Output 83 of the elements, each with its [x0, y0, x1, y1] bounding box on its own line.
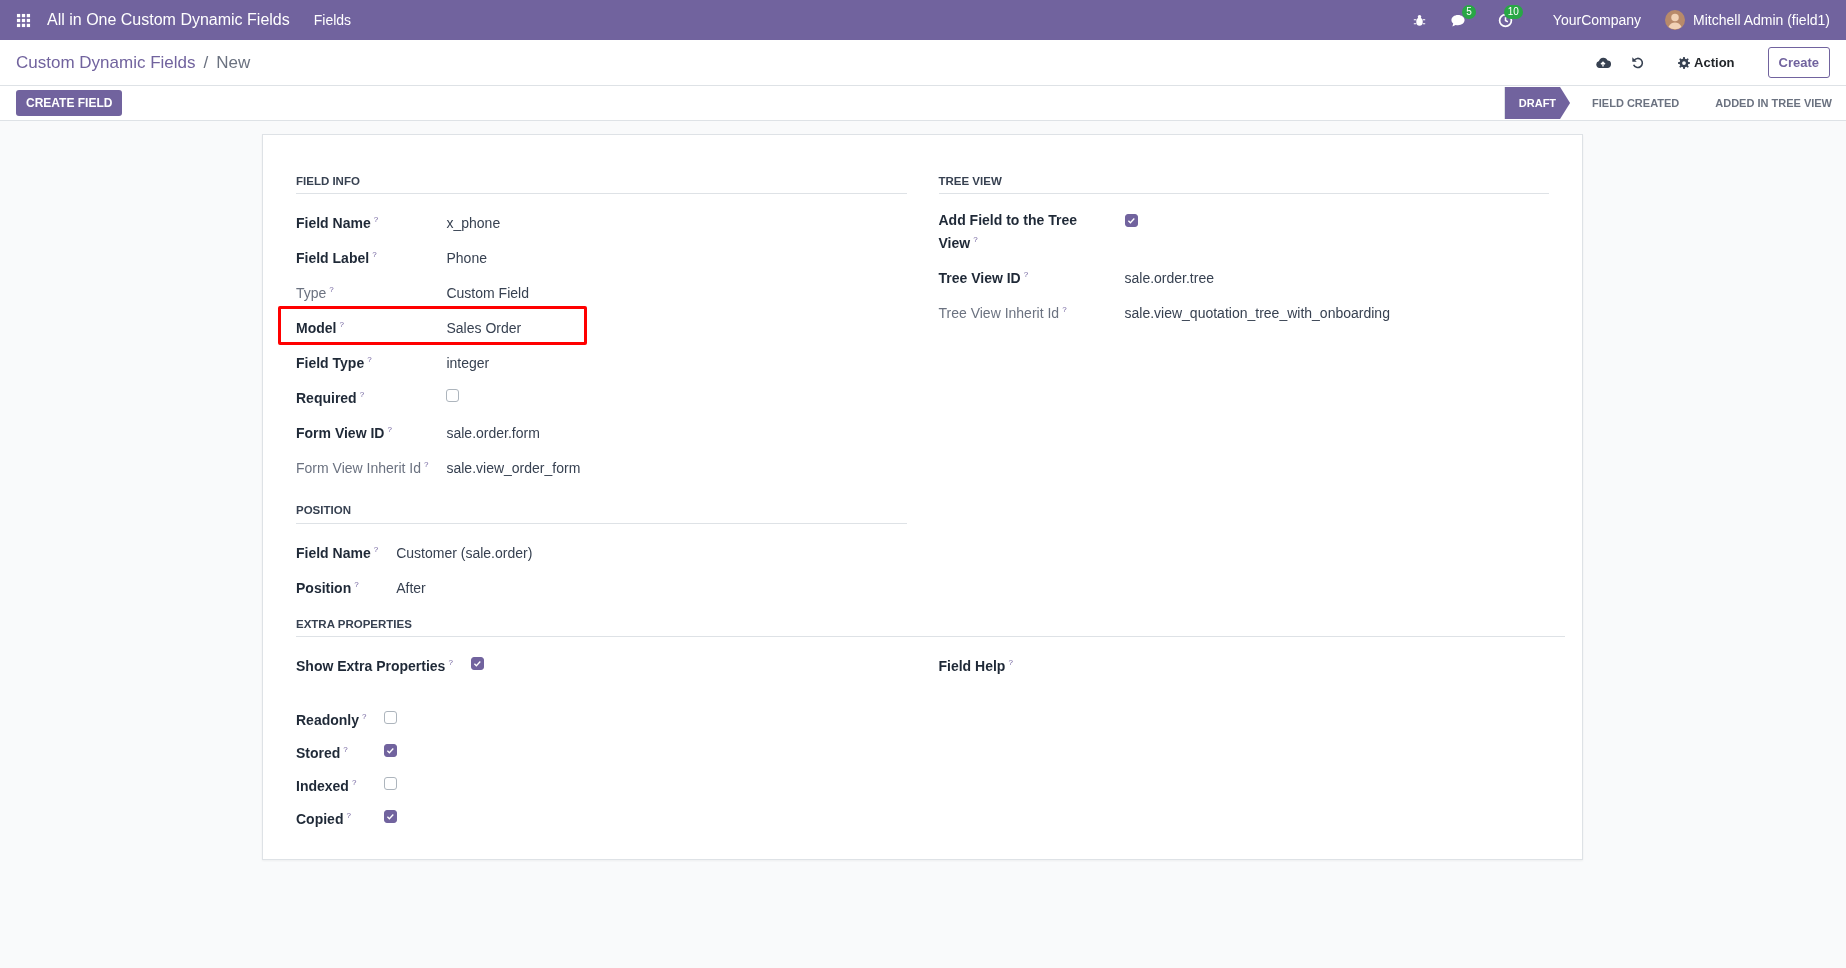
- help-icon[interactable]: ?: [362, 712, 367, 722]
- section-title: POSITION: [296, 502, 907, 524]
- help-icon[interactable]: ?: [373, 215, 379, 225]
- field-label: Copied $^{?}$: [296, 809, 352, 829]
- check-icon: [386, 746, 396, 756]
- section-title: FIELD INFO: [296, 173, 907, 195]
- apps-menu-icon[interactable]: [16, 12, 31, 28]
- field-label: Field Name $^{?}$: [296, 213, 380, 233]
- field-label: Tree View Inherit Id $^{?}$: [938, 303, 1068, 323]
- field-label: Add Field to the Tree View $^{?}$: [938, 211, 1078, 253]
- field-label: Show Extra Properties $^{?}$: [296, 656, 453, 676]
- action-button[interactable]: Action: [1669, 47, 1744, 78]
- field-label: Required $^{?}$: [296, 388, 366, 408]
- check-icon: [1126, 216, 1136, 226]
- field-label: Field Label $^{?}$: [296, 248, 378, 268]
- breadcrumb-link[interactable]: Custom Dynamic Fields: [16, 49, 196, 76]
- breadcrumb-separator: /: [203, 51, 209, 74]
- app-title[interactable]: All in One Custom Dynamic Fields: [47, 8, 290, 32]
- field-value: After: [396, 578, 427, 598]
- field-label: Model $^{?}$: [296, 318, 345, 338]
- field-label: Field Name $^{?}$: [296, 543, 379, 563]
- help-icon[interactable]: ?: [1008, 657, 1013, 667]
- field-value: sale.order.form: [446, 424, 541, 444]
- checkbox[interactable]: [470, 656, 484, 670]
- checkbox[interactable]: [384, 810, 398, 824]
- field-label: Stored $^{?}$: [296, 744, 349, 764]
- bug-icon[interactable]: [1412, 13, 1426, 27]
- help-icon[interactable]: ?: [346, 811, 351, 821]
- field-value: sale.view_order_form: [446, 459, 582, 479]
- menu-item[interactable]: Fields: [313, 9, 352, 31]
- help-icon[interactable]: ?: [359, 390, 365, 400]
- field-value: integer: [446, 354, 491, 374]
- help-icon[interactable]: ?: [367, 355, 372, 365]
- help-icon[interactable]: ?: [1023, 269, 1029, 279]
- checkbox[interactable]: [384, 744, 398, 758]
- check-icon: [386, 812, 396, 822]
- create-field-button[interactable]: CREATE FIELD: [16, 90, 123, 116]
- help-icon[interactable]: ?: [354, 579, 359, 589]
- check-icon: [472, 658, 482, 668]
- field-value: Custom Field: [446, 284, 530, 304]
- field-value: Sales Order: [446, 319, 523, 339]
- help-icon[interactable]: ?: [343, 745, 348, 755]
- help-icon[interactable]: ?: [387, 425, 392, 435]
- status-stage[interactable]: DRAFT: [1504, 87, 1571, 119]
- help-icon[interactable]: ?: [373, 544, 379, 554]
- user-name[interactable]: Mitchell Admin (field1): [1693, 9, 1830, 31]
- company-name[interactable]: YourCompany: [1552, 9, 1642, 31]
- checkbox[interactable]: [384, 711, 398, 725]
- help-icon[interactable]: ?: [339, 320, 344, 330]
- help-icon[interactable]: ?: [424, 460, 429, 470]
- field-label: Readonly $^{?}$: [296, 711, 367, 731]
- avatar-icon[interactable]: [1665, 10, 1686, 30]
- help-icon[interactable]: ?: [329, 285, 334, 295]
- field-label: Type $^{?}$: [296, 283, 335, 303]
- help-icon[interactable]: ?: [351, 778, 357, 788]
- help-icon[interactable]: ?: [448, 657, 453, 667]
- field-label: Tree View ID $^{?}$: [938, 268, 1030, 288]
- chat-icon[interactable]: [1449, 12, 1466, 28]
- section-title: EXTRA PROPERTIES: [296, 615, 1565, 637]
- field-label: Form View Inherit Id $^{?}$: [296, 458, 429, 478]
- field-value: Customer (sale.order): [396, 543, 534, 563]
- field-label: Form View ID $^{?}$: [296, 423, 393, 443]
- checkbox[interactable]: [446, 389, 460, 403]
- undo-icon[interactable]: [1631, 55, 1646, 70]
- help-icon[interactable]: ?: [1062, 304, 1067, 314]
- field-label: Field Help $^{?}$: [938, 656, 1013, 676]
- field-value: Phone: [446, 249, 488, 269]
- section-title: TREE VIEW: [938, 173, 1549, 195]
- gear-icon: [1678, 56, 1691, 69]
- help-icon[interactable]: ?: [973, 235, 978, 245]
- field-label: Position $^{?}$: [296, 578, 360, 598]
- message-count-badge: 5: [1462, 4, 1476, 19]
- field-label: Field Type $^{?}$: [296, 353, 373, 373]
- field-label: Indexed $^{?}$: [296, 776, 358, 796]
- breadcrumb-current: New: [216, 51, 251, 74]
- field-value: sale.view_quotation_tree_with_onboarding: [1124, 303, 1391, 323]
- activity-count-badge: 10: [1503, 4, 1523, 19]
- checkbox[interactable]: [1124, 214, 1138, 228]
- field-value: sale.order.tree: [1124, 268, 1215, 288]
- help-icon[interactable]: ?: [372, 250, 377, 260]
- field-value: x_phone: [446, 214, 502, 234]
- checkbox[interactable]: [384, 777, 398, 791]
- create-button[interactable]: Create: [1767, 46, 1830, 79]
